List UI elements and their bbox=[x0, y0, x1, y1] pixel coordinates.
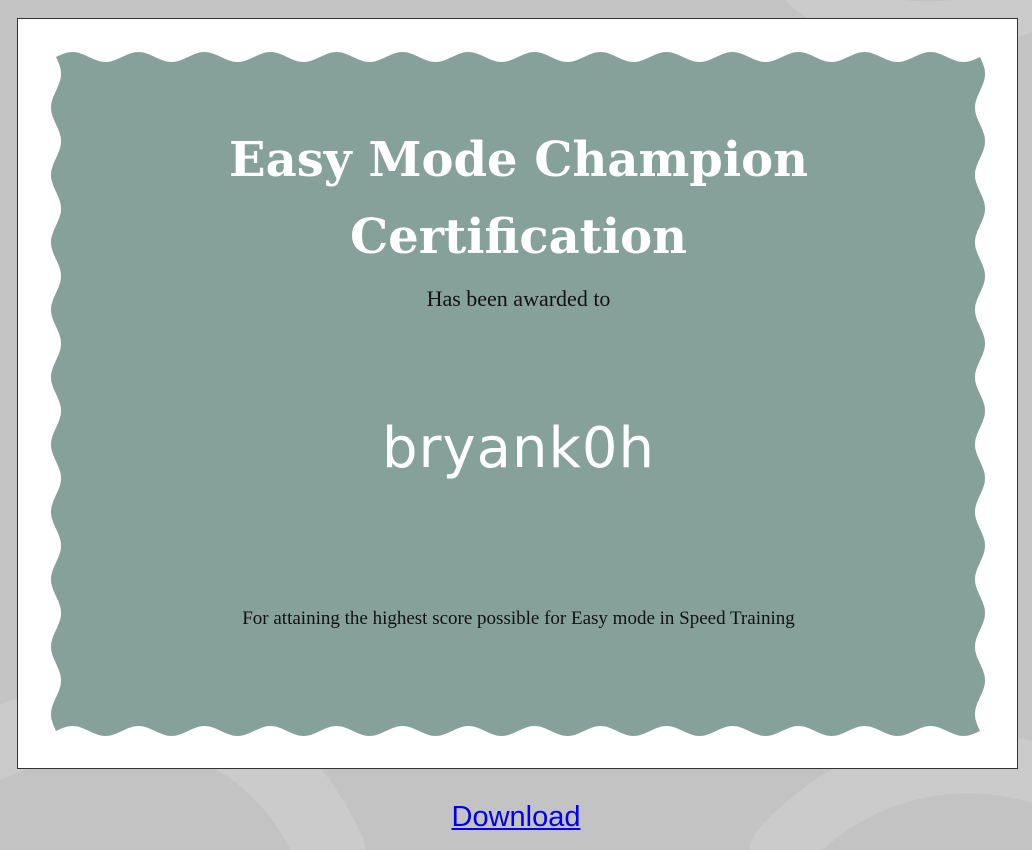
certificate-frame: Easy Mode Champion Certification Has bee… bbox=[17, 18, 1018, 769]
download-link-container: Download bbox=[0, 798, 1032, 836]
certificate-reason: For attaining the highest score possible… bbox=[242, 608, 795, 629]
download-link[interactable]: Download bbox=[452, 801, 581, 833]
certificate-title-line-2: Certification bbox=[350, 209, 687, 265]
certificate-subtitle: Has been awarded to bbox=[426, 286, 611, 311]
certificate-title-line-1: Easy Mode Champion bbox=[229, 132, 808, 188]
certificate-recipient-name: bryank0h bbox=[381, 416, 656, 481]
certificate-title: Easy Mode Champion Certification bbox=[18, 122, 1019, 276]
